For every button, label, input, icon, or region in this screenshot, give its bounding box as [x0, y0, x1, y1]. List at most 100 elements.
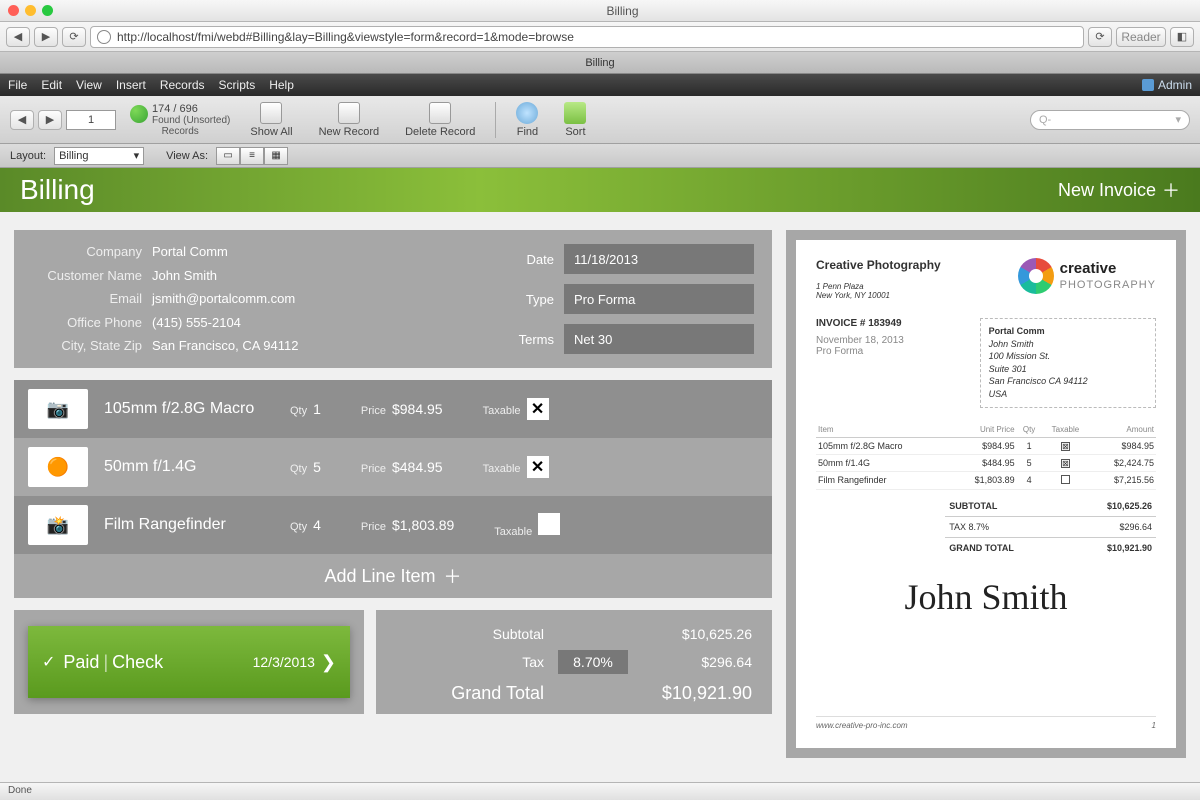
grand-total-value: $10,921.90 — [642, 683, 752, 704]
qty-value[interactable]: 4 — [313, 517, 321, 533]
browser-address-bar: ◀ ▶ ⟳ http://localhost/fmi/webd#Billing&… — [0, 22, 1200, 52]
phone-value[interactable]: (415) 555-2104 — [152, 315, 298, 331]
view-table-button[interactable]: ▦ — [264, 147, 288, 165]
delete-record-button[interactable]: Delete Record — [399, 102, 481, 138]
logo-bottom: PHOTOGRAPHY — [1060, 279, 1156, 291]
menu-view[interactable]: View — [76, 78, 102, 92]
reload-button[interactable]: ⟳ — [62, 27, 86, 47]
menu-help[interactable]: Help — [269, 78, 294, 92]
preview-totals: SUBTOTAL$10,625.26 TAX 8.7%$296.64 GRAND… — [945, 496, 1156, 558]
qty-label: Qty — [290, 521, 307, 533]
subtotal-label: Subtotal — [434, 626, 544, 642]
layout-selector[interactable]: Billing▾ — [54, 147, 144, 165]
add-line-label: Add Line Item — [324, 566, 435, 587]
record-number-field[interactable]: 1 — [66, 110, 116, 130]
next-record-button[interactable]: ▶ — [38, 110, 62, 130]
taxable-checkbox[interactable] — [538, 513, 560, 535]
find-icon — [516, 102, 538, 124]
line-items-card: 📷 105mm f/2.8G Macro Qty1 Price$984.95 T… — [14, 380, 772, 598]
globe-icon — [97, 30, 111, 44]
prev-record-button[interactable]: ◀ — [10, 110, 34, 130]
name-label: Customer Name — [32, 268, 142, 284]
invoice-type: Pro Forma — [816, 346, 966, 357]
new-record-icon — [338, 102, 360, 124]
price-value[interactable]: $484.95 — [392, 459, 443, 475]
found-label: Found (Unsorted) — [152, 115, 230, 126]
show-all-button[interactable]: Show All — [244, 102, 298, 138]
company-label: Company — [32, 244, 142, 260]
city-label: City, State Zip — [32, 338, 142, 354]
back-button[interactable]: ◀ — [6, 27, 30, 47]
billto-addr2: Suite 301 — [989, 363, 1147, 376]
sort-button[interactable]: Sort — [558, 102, 592, 138]
price-value[interactable]: $1,803.89 — [392, 517, 454, 533]
menu-insert[interactable]: Insert — [116, 78, 146, 92]
date-field[interactable]: 11/18/2013 — [564, 244, 754, 274]
company-value[interactable]: Portal Comm — [152, 244, 298, 260]
user-menu[interactable]: Admin — [1142, 78, 1192, 92]
reader-button[interactable]: Reader — [1116, 27, 1166, 47]
chevron-down-icon: ▾ — [1175, 113, 1181, 126]
invoice-number: INVOICE # 183949 — [816, 318, 966, 329]
price-label: Price — [361, 405, 386, 417]
new-invoice-button[interactable]: New Invoice ＋ — [1058, 177, 1180, 203]
th-tax: Taxable — [1042, 422, 1090, 438]
view-form-button[interactable]: ▭ — [216, 147, 240, 165]
line-item[interactable]: 📷 105mm f/2.8G Macro Qty1 Price$984.95 T… — [14, 380, 772, 438]
taxable-checkbox[interactable]: ✕ — [527, 456, 549, 478]
product-name: 105mm f/2.8G Macro — [104, 400, 274, 418]
vendor-addr2: New York, NY 10001 — [816, 291, 941, 300]
price-label: Price — [361, 463, 386, 475]
th-unit: Unit Price — [950, 422, 1017, 438]
price-value[interactable]: $984.95 — [392, 401, 443, 417]
line-item[interactable]: 🟠 50mm f/1.4G Qty5 Price$484.95 Taxable✕ — [14, 438, 772, 496]
menu-records[interactable]: Records — [160, 78, 205, 92]
reload-right-button[interactable]: ⟳ — [1088, 27, 1112, 47]
city-value[interactable]: San Francisco, CA 94112 — [152, 338, 298, 354]
tab-title[interactable]: Billing — [585, 57, 614, 69]
records-label: Records — [162, 126, 199, 137]
totals-card: Subtotal $10,625.26 Tax 8.70% $296.64 Gr… — [376, 610, 772, 714]
paid-button[interactable]: ✓ Paid | Check 12/3/2013 ❯ — [28, 626, 350, 698]
view-list-button[interactable]: ≡ — [240, 147, 264, 165]
tax-value: $296.64 — [642, 654, 752, 670]
name-value[interactable]: John Smith — [152, 268, 298, 284]
date-label: Date — [504, 252, 554, 267]
quick-search-field[interactable]: Q- ▾ — [1030, 110, 1190, 130]
browser-tabbar: Billing — [0, 52, 1200, 74]
paid-date: 12/3/2013 — [253, 654, 315, 670]
tax-rate-field[interactable]: 8.70% — [558, 650, 628, 674]
qty-value[interactable]: 1 — [313, 401, 321, 417]
page-header: Billing New Invoice ＋ — [0, 168, 1200, 212]
find-button[interactable]: Find — [510, 102, 544, 138]
url-field[interactable]: http://localhost/fmi/webd#Billing&lay=Bi… — [90, 26, 1084, 48]
sort-icon — [564, 102, 586, 124]
paid-status: Paid — [63, 652, 99, 673]
menu-file[interactable]: File — [8, 78, 27, 92]
paid-method: Check — [112, 652, 163, 673]
new-record-button[interactable]: New Record — [313, 102, 386, 138]
qty-value[interactable]: 5 — [313, 459, 321, 475]
taxable-checkbox[interactable]: ✕ — [527, 398, 549, 420]
menu-scripts[interactable]: Scripts — [219, 78, 256, 92]
email-value[interactable]: jsmith@portalcomm.com — [152, 291, 298, 307]
line-item[interactable]: 📸 Film Rangefinder Qty4 Price$1,803.89 T… — [14, 496, 772, 554]
preview-website: www.creative-pro-inc.com — [816, 721, 908, 730]
search-prefix: Q- — [1039, 114, 1051, 126]
plus-icon: ＋ — [444, 563, 462, 589]
check-icon: ✓ — [42, 652, 55, 672]
status-bar: Done — [0, 782, 1200, 800]
close-window-icon[interactable] — [8, 5, 19, 16]
window-title: Billing — [53, 4, 1192, 18]
layout-name: Billing — [59, 150, 88, 162]
vendor-addr1: 1 Penn Plaza — [816, 282, 941, 291]
add-line-item-button[interactable]: Add Line Item ＋ — [14, 554, 772, 598]
type-field[interactable]: Pro Forma — [564, 284, 754, 314]
zoom-window-icon[interactable] — [42, 5, 53, 16]
aperture-icon — [1018, 258, 1054, 294]
minimize-window-icon[interactable] — [25, 5, 36, 16]
terms-field[interactable]: Net 30 — [564, 324, 754, 354]
forward-button[interactable]: ▶ — [34, 27, 58, 47]
share-button[interactable]: ◧ — [1170, 27, 1194, 47]
menu-edit[interactable]: Edit — [41, 78, 62, 92]
